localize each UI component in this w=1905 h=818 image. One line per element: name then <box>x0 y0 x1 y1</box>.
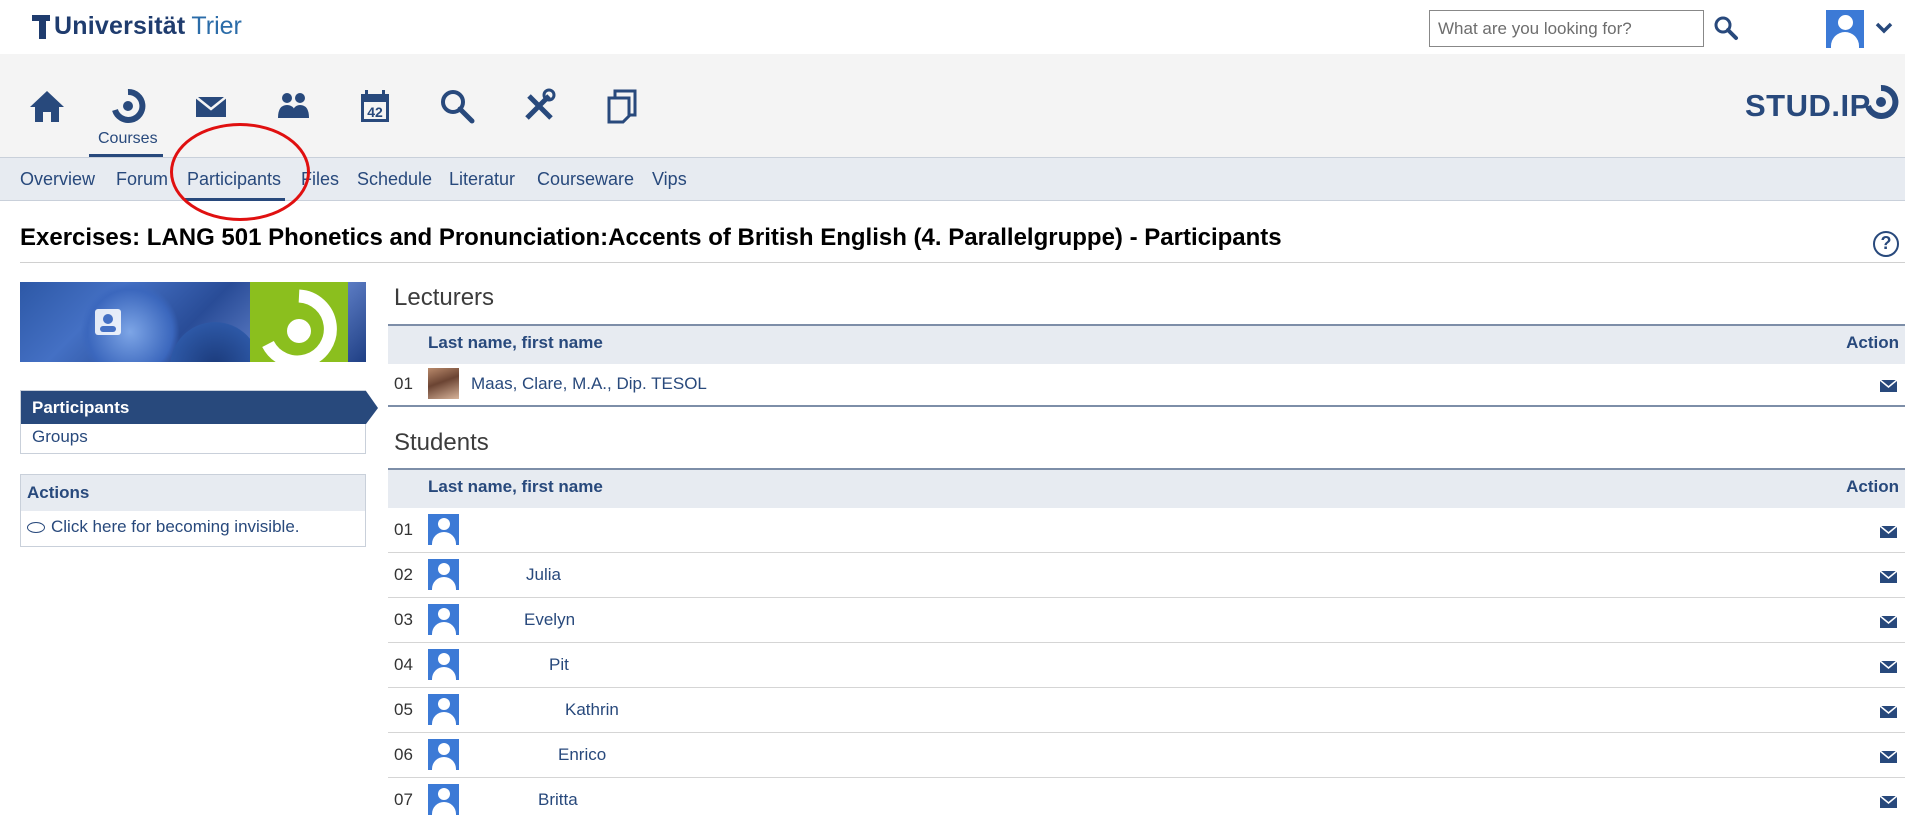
row-number: 04 <box>394 655 413 674</box>
row-number: 03 <box>394 610 413 629</box>
actions-widget: Actions Click here for becoming invisibl… <box>20 474 366 547</box>
search-icon[interactable] <box>1712 14 1740 42</box>
avatar[interactable] <box>428 694 459 725</box>
avatar[interactable] <box>428 739 459 770</box>
tools-icon[interactable] <box>517 84 561 128</box>
column-header-action: Action <box>1846 477 1899 496</box>
table-row: 01 <box>388 508 1905 553</box>
calendar-icon[interactable]: 42 <box>353 84 397 128</box>
participant-name-link[interactable]: Pit <box>549 655 569 675</box>
avatar[interactable] <box>428 784 459 815</box>
mail-icon[interactable] <box>189 84 233 128</box>
become-invisible-action[interactable]: Click here for becoming invisible. <box>21 511 365 543</box>
course-avatar-icon <box>95 309 121 335</box>
course-image <box>20 282 366 362</box>
mail-icon[interactable] <box>1880 616 1897 628</box>
tab-vips[interactable]: Vips <box>652 169 687 190</box>
page-title: Exercises: LANG 501 Phonetics and Pronun… <box>20 224 1282 251</box>
become-invisible-label[interactable]: Click here for becoming invisible. <box>51 517 300 537</box>
participant-name-link[interactable]: Kathrin <box>565 700 619 720</box>
table-row: 01 Maas, Clare, M.A., Dip. TESOL <box>388 362 1905 407</box>
actions-title: Actions <box>21 475 365 511</box>
tab-overview[interactable]: Overview <box>20 169 95 190</box>
tab-literatur[interactable]: Literatur <box>449 169 515 190</box>
sidebar-navigation: Participants Groups <box>20 390 378 454</box>
avatar[interactable] <box>428 514 459 545</box>
sidebar-item-participants[interactable]: Participants <box>21 391 378 424</box>
help-icon[interactable]: ? <box>1873 231 1899 257</box>
table-row: 07 Britta <box>388 778 1905 818</box>
university-logo[interactable]: Universität Trier <box>32 12 242 41</box>
row-number: 05 <box>394 700 413 719</box>
studip-logo[interactable]: STUD.IP <box>1745 88 1871 124</box>
mail-icon[interactable] <box>1880 751 1897 763</box>
mail-icon[interactable] <box>1880 661 1897 673</box>
avatar[interactable] <box>428 368 459 399</box>
lecturers-table-header: Last name, first name Action <box>388 324 1905 364</box>
nav-label-courses[interactable]: Courses <box>98 130 158 148</box>
row-number: 01 <box>394 374 413 393</box>
row-number: 07 <box>394 790 413 809</box>
mail-icon[interactable] <box>1880 571 1897 583</box>
column-header-name[interactable]: Last name, first name <box>428 477 603 497</box>
user-avatar[interactable] <box>1826 10 1864 48</box>
table-row: 02 Julia <box>388 553 1905 598</box>
mail-icon[interactable] <box>1880 526 1897 538</box>
calendar-day-text: 42 <box>367 104 383 120</box>
table-row: 06 Enrico <box>388 733 1905 778</box>
visibility-icon <box>27 521 45 533</box>
participant-name-link[interactable]: Evelyn <box>524 610 575 630</box>
studip-course-logo <box>250 282 348 362</box>
community-icon[interactable] <box>271 84 315 128</box>
logo-text-light: Trier <box>191 12 242 40</box>
row-number: 01 <box>394 520 413 539</box>
column-header-action: Action <box>1846 333 1899 352</box>
search-nav-icon[interactable] <box>435 84 479 128</box>
studip-logo-icon <box>1865 84 1899 119</box>
sidebar-item-groups[interactable]: Groups <box>32 427 88 447</box>
top-bar: Universität Trier <box>0 0 1905 54</box>
university-logo-icon <box>32 14 50 39</box>
chevron-down-icon[interactable] <box>1874 20 1894 36</box>
courses-icon[interactable] <box>106 84 150 128</box>
mail-icon[interactable] <box>1880 706 1897 718</box>
tab-schedule[interactable]: Schedule <box>357 169 432 190</box>
row-number: 02 <box>394 565 413 584</box>
participant-name-link[interactable]: Julia <box>526 565 561 585</box>
tab-courseware[interactable]: Courseware <box>537 169 634 190</box>
table-row: 04 Pit <box>388 643 1905 688</box>
mail-icon[interactable] <box>1880 796 1897 808</box>
mail-icon[interactable] <box>1880 380 1897 392</box>
participant-name-link[interactable]: Britta <box>538 790 578 810</box>
participant-name-link[interactable]: Maas, Clare, M.A., Dip. TESOL <box>471 374 707 394</box>
logo-text-strong: Universität <box>54 12 186 40</box>
avatar[interactable] <box>428 559 459 590</box>
students-title: Students <box>394 429 489 456</box>
tab-forum[interactable]: Forum <box>116 169 168 190</box>
avatar[interactable] <box>428 649 459 680</box>
avatar[interactable] <box>428 604 459 635</box>
lecturers-title: Lecturers <box>394 284 495 311</box>
files-icon[interactable] <box>599 84 643 128</box>
highlight-annotation <box>170 123 310 221</box>
participant-name-link[interactable]: Enrico <box>558 745 606 765</box>
search-input[interactable] <box>1429 10 1704 47</box>
students-table-header: Last name, first name Action <box>388 468 1905 508</box>
home-icon[interactable] <box>25 84 69 128</box>
table-row: 03 Evelyn <box>388 598 1905 643</box>
title-divider <box>20 262 1905 263</box>
row-number: 06 <box>394 745 413 764</box>
column-header-name[interactable]: Last name, first name <box>428 333 603 353</box>
table-row: 05 Kathrin <box>388 688 1905 733</box>
